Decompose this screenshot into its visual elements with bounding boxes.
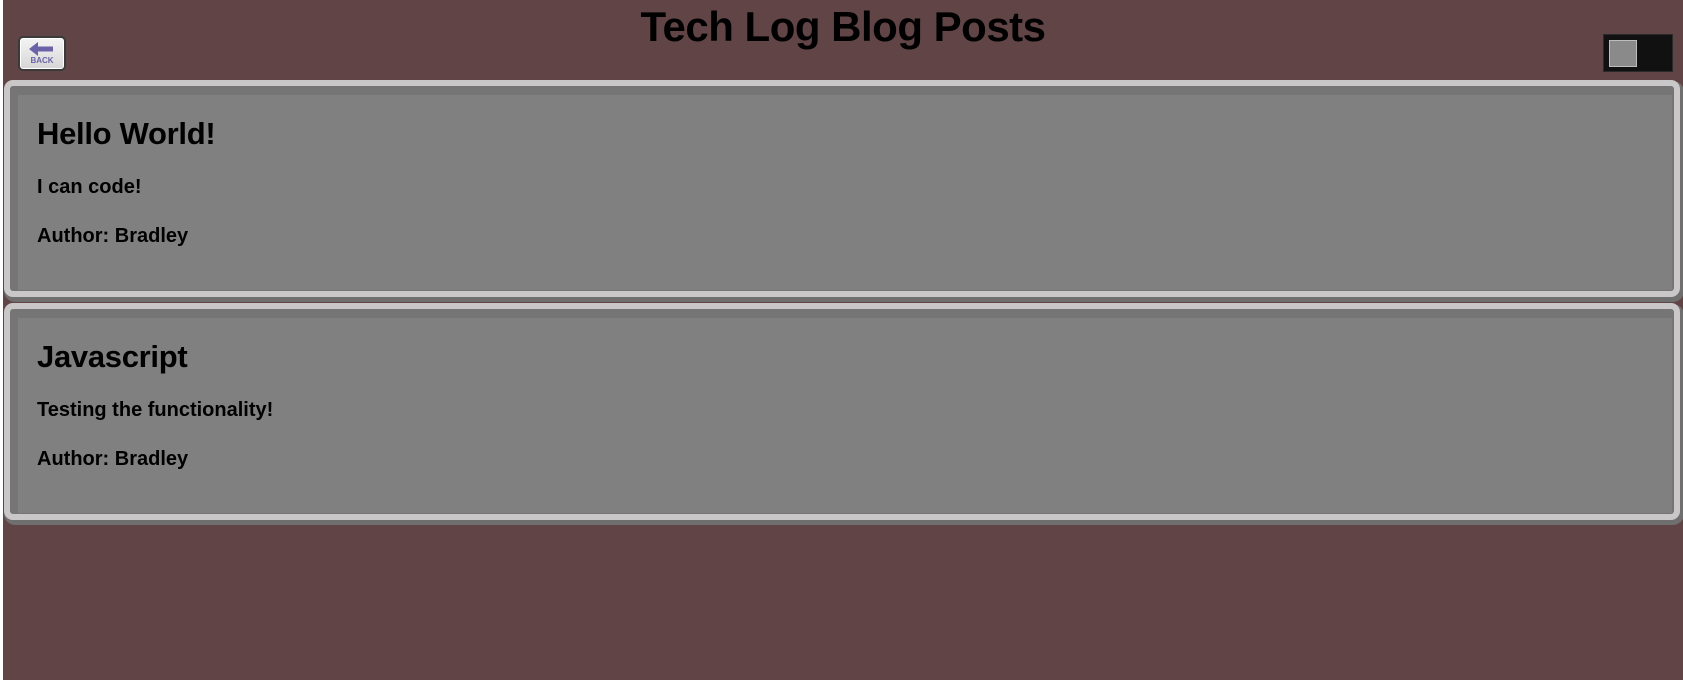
post-author: Author: Bradley xyxy=(37,225,189,247)
theme-toggle[interactable] xyxy=(1603,34,1673,72)
post-author: Author: Bradley xyxy=(37,448,189,470)
back-button[interactable]: BACK xyxy=(18,36,66,71)
toggle-knob[interactable] xyxy=(1609,40,1637,67)
post-body: I can code! xyxy=(37,176,142,198)
post-card: Javascript Testing the functionality! Au… xyxy=(4,303,1680,520)
post-list: Hello World! I can code! Author: Bradley… xyxy=(4,80,1680,526)
page-background: Tech Log Blog Posts BACK Hello World! I … xyxy=(3,0,1683,680)
page-title: Tech Log Blog Posts xyxy=(640,3,1046,50)
post-title: Hello World! xyxy=(37,116,216,151)
post-body: Testing the functionality! xyxy=(37,399,274,421)
back-label: BACK xyxy=(30,56,54,65)
post-title: Javascript xyxy=(37,339,188,374)
post-card: Hello World! I can code! Author: Bradley xyxy=(4,80,1680,297)
arrow-left-icon xyxy=(29,42,55,56)
